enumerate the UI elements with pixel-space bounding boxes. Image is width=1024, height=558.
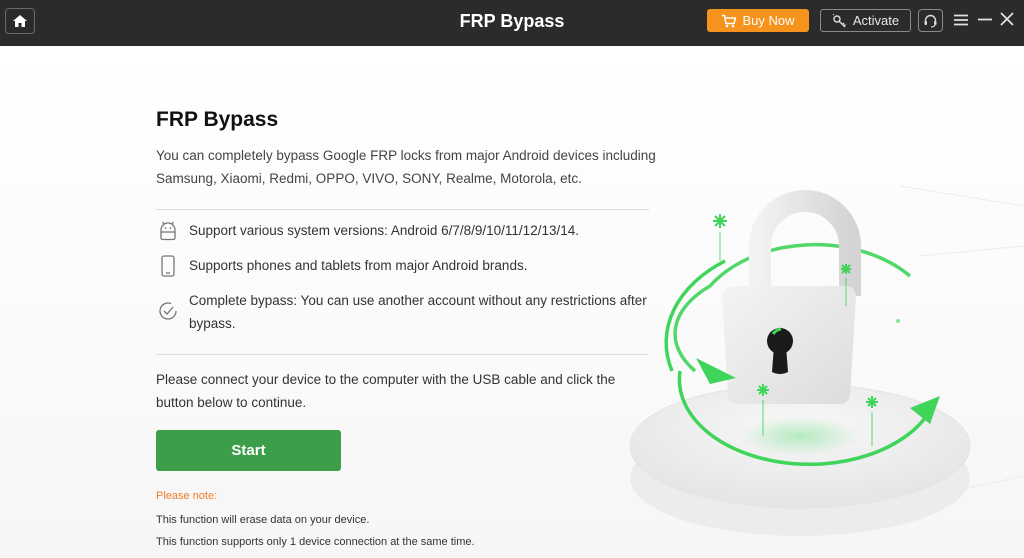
connect-instruction: Please connect your device to the comput… (156, 372, 616, 410)
activate-label: Activate (852, 13, 900, 28)
page-heading: FRP Bypass (156, 108, 279, 131)
close-button[interactable] (999, 10, 1015, 28)
note-title: Please note: (156, 490, 218, 502)
title-bar: FRP Bypass Buy Now Activate (0, 0, 1024, 46)
buy-now-button[interactable]: Buy Now (707, 9, 809, 32)
divider (156, 209, 649, 210)
buy-now-label: Buy Now (742, 13, 795, 28)
hamburger-icon (954, 14, 968, 26)
main-content: FRP Bypass You can completely bypass Goo… (0, 46, 1024, 558)
android-icon (160, 221, 176, 241)
key-icon (831, 13, 846, 27)
divider (156, 354, 649, 355)
home-icon (13, 15, 27, 27)
start-button[interactable]: Start (156, 430, 341, 471)
cart-icon (722, 14, 737, 27)
phone-icon (161, 255, 175, 277)
note-line: This function supports only 1 device con… (156, 536, 475, 548)
support-button[interactable] (918, 9, 943, 32)
feature-text: Support various system versions: Android… (189, 223, 579, 238)
note-line: This function will erase data on your de… (156, 514, 370, 526)
feature-text: Supports phones and tablets from major A… (189, 258, 528, 273)
check-circle-icon (159, 302, 177, 320)
lock-illustration (629, 185, 1024, 536)
menu-button[interactable] (952, 11, 970, 29)
minimize-button[interactable] (977, 11, 993, 29)
page-description: You can completely bypass Google FRP loc… (156, 148, 656, 186)
headset-icon (924, 14, 937, 28)
close-icon (1000, 12, 1014, 26)
activate-button[interactable]: Activate (820, 9, 911, 32)
home-button[interactable] (5, 8, 35, 34)
feature-text: Complete bypass: You can use another acc… (189, 293, 647, 331)
minimize-icon (978, 18, 992, 21)
